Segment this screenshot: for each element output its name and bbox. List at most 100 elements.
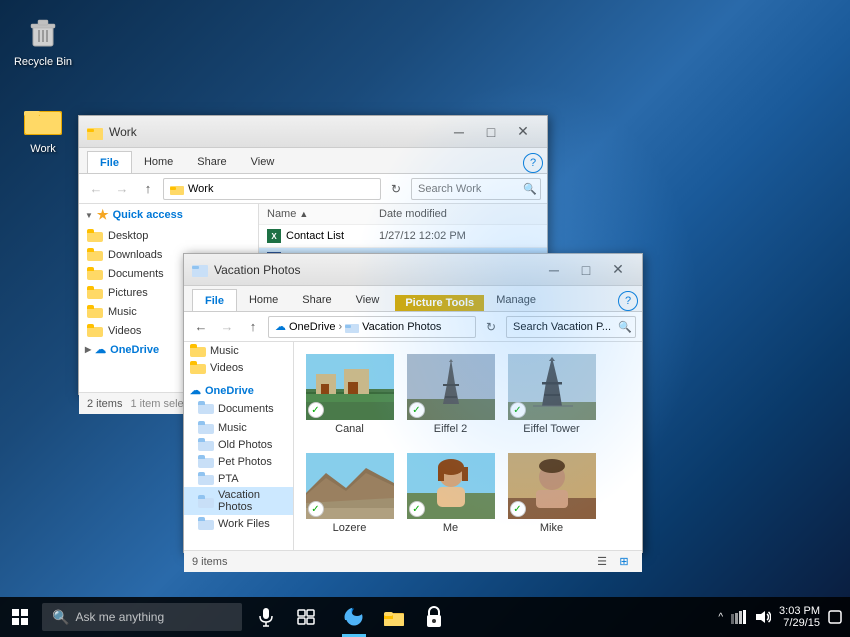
taskbar-system-tray: ^ 3:03 PM 7/29/15 — [718, 605, 850, 629]
vacation-window-controls: ─ □ ✕ — [538, 256, 634, 284]
vacation-help-button[interactable]: ? — [618, 291, 638, 311]
work-col-name[interactable]: Name ▲ — [267, 208, 379, 220]
vac-sidebar-music2[interactable]: Music — [184, 419, 293, 436]
work-search-wrapper — [411, 178, 541, 200]
vacation-search-input[interactable] — [506, 316, 636, 338]
photo-item-eiffel-tower[interactable]: ✓ Eiffel Tower — [504, 350, 599, 443]
vac-sidebar-music[interactable]: Music — [184, 342, 293, 359]
vacation-address-path[interactable]: ☁ OneDrive › Vacation Photos — [268, 316, 476, 338]
vacation-search-wrapper — [506, 316, 636, 338]
sidebar-pictures-label: Pictures — [108, 287, 148, 299]
vacation-minimize-button[interactable]: ─ — [538, 256, 570, 284]
vac-pta-label: PTA — [218, 473, 239, 485]
work-refresh-button[interactable]: ↻ — [385, 178, 407, 200]
vacation-window-folder-icon — [192, 262, 208, 278]
taskbar-tray-chevron-icon[interactable]: ^ — [718, 612, 723, 623]
vacation-close-button[interactable]: ✕ — [602, 256, 634, 284]
sidebar-item-desktop[interactable]: Desktop — [79, 226, 258, 245]
vacation-status-bar: 9 items ☰ ⊞ — [184, 550, 642, 572]
recycle-bin-icon[interactable]: Recycle Bin — [8, 8, 78, 72]
taskbar-edge-button[interactable] — [334, 597, 374, 637]
vacation-up-button[interactable]: ↑ — [242, 316, 264, 338]
work-tab-share[interactable]: Share — [185, 151, 238, 173]
vac-vacation-photos-label: Vacation Photos — [218, 489, 287, 513]
taskbar-taskview-button[interactable] — [286, 597, 326, 637]
vac-work-files-label: Work Files — [218, 518, 270, 530]
vacation-forward-button[interactable]: → — [216, 316, 238, 338]
taskbar-mic-button[interactable] — [246, 597, 286, 637]
photo-thumb-eiffel2: ✓ — [407, 354, 495, 420]
photo-thumb-canal: ✓ — [306, 354, 394, 420]
work-status-selected: 1 item sele — [130, 398, 183, 410]
excel-icon-contactlist: X — [267, 229, 281, 243]
vacation-tab-home[interactable]: Home — [237, 289, 290, 311]
vac-sidebar-onedrive-header[interactable]: ☁ OneDrive — [184, 382, 293, 399]
photo-item-lozere[interactable]: ✓ Lozere — [302, 449, 397, 542]
vac-old-photos-label: Old Photos — [218, 439, 272, 451]
vacation-tab-view[interactable]: View — [344, 289, 392, 311]
work-forward-button[interactable]: → — [111, 178, 133, 200]
taskbar-clock[interactable]: 3:03 PM 7/29/15 — [779, 605, 820, 629]
vacation-refresh-button[interactable]: ↻ — [480, 316, 502, 338]
taskbar-lock-button[interactable] — [414, 597, 454, 637]
windows-logo-icon — [11, 608, 29, 626]
documents-folder-icon — [87, 267, 103, 280]
vacation-content: Music Videos ☁ OneDrive Documents — [184, 342, 642, 550]
work-file-row-contactlist[interactable]: X Contact List 1/27/12 12:02 PM — [259, 225, 547, 248]
vac-sidebar-work-files[interactable]: Work Files — [184, 515, 293, 532]
work-address-path[interactable]: Work — [163, 178, 381, 200]
taskbar-search[interactable]: 🔍 Ask me anything — [42, 603, 242, 631]
vac-pta-icon — [198, 472, 214, 485]
work-quick-access-chevron: ▼ — [85, 211, 93, 220]
vac-documents-label: Documents — [218, 403, 274, 415]
work-up-button[interactable]: ↑ — [137, 178, 159, 200]
lozere-check-icon: ✓ — [308, 501, 324, 517]
vacation-grid-view-button[interactable]: ⊞ — [614, 553, 634, 571]
work-minimize-button[interactable]: ─ — [443, 118, 475, 146]
volume-icon[interactable] — [755, 610, 771, 624]
eiffel2-label: Eiffel 2 — [434, 423, 467, 435]
work-help-button[interactable]: ? — [523, 153, 543, 173]
work-folder-desktop-icon[interactable]: Work — [8, 95, 78, 159]
vac-sidebar-videos[interactable]: Videos — [184, 359, 293, 376]
start-button[interactable] — [0, 597, 40, 637]
notifications-icon[interactable] — [828, 610, 842, 624]
work-tab-file[interactable]: File — [87, 151, 132, 173]
taskbar-explorer-button[interactable] — [374, 597, 414, 637]
vacation-tab-manage[interactable]: Manage — [484, 289, 548, 311]
vacation-tab-file[interactable]: File — [192, 289, 237, 311]
lock-icon — [425, 606, 443, 628]
photo-item-eiffel2[interactable]: ✓ Eiffel 2 — [403, 350, 498, 443]
work-search-input[interactable] — [411, 178, 541, 200]
vac-sidebar-documents[interactable]: Documents — [184, 399, 293, 419]
sidebar-desktop-label: Desktop — [108, 230, 148, 242]
vacation-back-button[interactable]: ← — [190, 316, 212, 338]
work-col-date[interactable]: Date modified — [379, 208, 539, 220]
work-tab-view[interactable]: View — [239, 151, 287, 173]
work-back-button[interactable]: ← — [85, 178, 107, 200]
me-check-icon: ✓ — [409, 501, 425, 517]
work-folder-desktop-label: Work — [30, 143, 55, 155]
vac-sidebar-old-photos[interactable]: Old Photos — [184, 436, 293, 453]
photo-item-mike[interactable]: ✓ Mike — [504, 449, 599, 542]
vacation-picture-tools-tab[interactable]: Picture Tools — [395, 295, 484, 311]
vacation-address-bar: ← → ↑ ☁ OneDrive › Vacation Photos ↻ — [184, 312, 642, 342]
photo-item-me[interactable]: ✓ Me — [403, 449, 498, 542]
vac-old-photos-icon — [198, 438, 214, 451]
eiffel-tower-label: Eiffel Tower — [523, 423, 579, 435]
vac-sidebar-vacation-photos[interactable]: Vacation Photos — [184, 487, 293, 515]
vacation-list-view-button[interactable]: ☰ — [592, 553, 612, 571]
work-ribbon: File Home Share View ? — [79, 148, 547, 174]
work-tab-home[interactable]: Home — [132, 151, 185, 173]
vacation-tab-share[interactable]: Share — [290, 289, 343, 311]
network-icon[interactable] — [731, 610, 747, 624]
vac-sidebar-pta[interactable]: PTA — [184, 470, 293, 487]
work-close-button[interactable]: ✕ — [507, 118, 539, 146]
downloads-folder-icon — [87, 248, 103, 261]
work-maximize-button[interactable]: □ — [475, 118, 507, 146]
vacation-maximize-button[interactable]: □ — [570, 256, 602, 284]
work-quick-access-header[interactable]: ▼ ★ Quick access — [79, 204, 258, 226]
taskbar-date-display: 7/29/15 — [783, 617, 820, 629]
photo-item-canal[interactable]: ✓ Canal — [302, 350, 397, 443]
vac-sidebar-pet-photos[interactable]: Pet Photos — [184, 453, 293, 470]
